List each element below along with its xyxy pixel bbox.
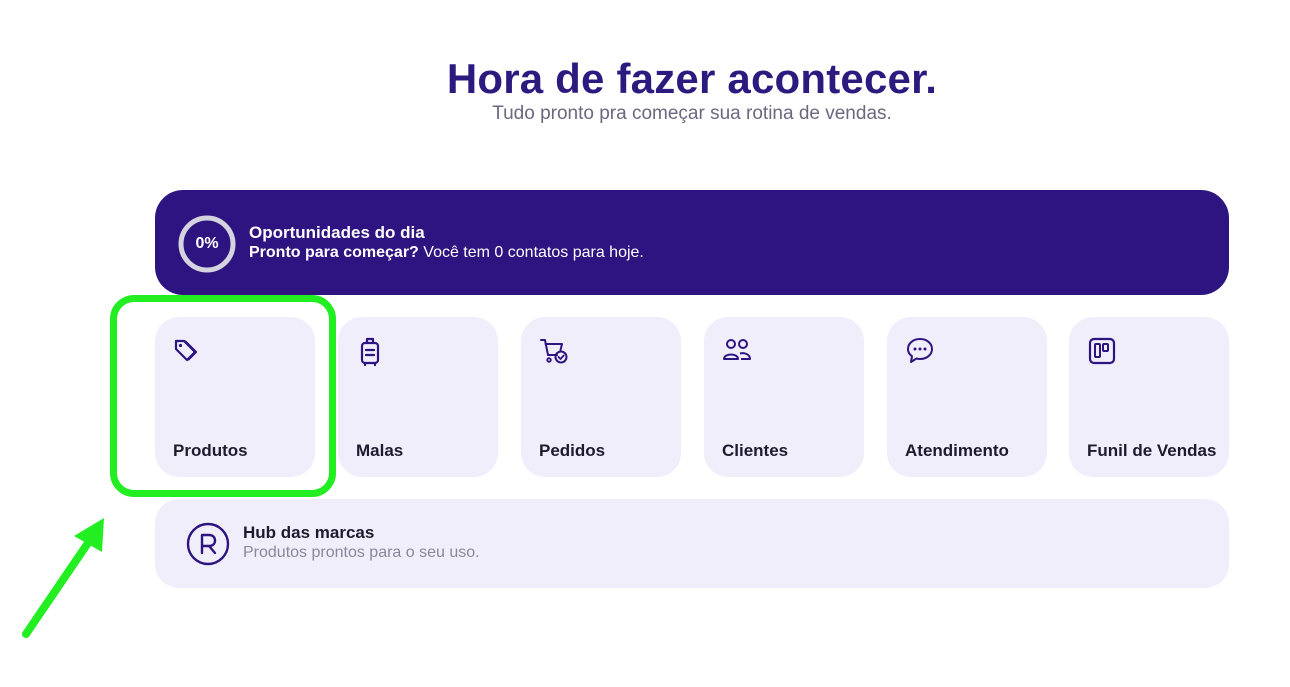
progress-ring: 0% (177, 214, 237, 274)
cart-check-icon (540, 339, 568, 364)
hub-subtitle: Produtos prontos para o seu uso. (243, 544, 480, 561)
card-label: Clientes (722, 441, 789, 460)
hub-title: Hub das marcas (243, 523, 375, 542)
home-screen: Hora de fazer acontecer. Tudo pronto pra… (0, 0, 1290, 687)
card-malas[interactable]: Malas (338, 317, 498, 477)
card-clientes[interactable]: Clientes (704, 317, 864, 477)
banner-message: Pronto para começar? Você tem 0 contatos… (249, 244, 644, 262)
kanban-board-icon (1088, 337, 1116, 365)
users-icon (723, 339, 751, 360)
annotation-arrow-icon (22, 518, 104, 638)
card-produtos[interactable]: Produtos (155, 317, 315, 477)
card-pedidos[interactable]: Pedidos (521, 317, 681, 477)
card-label: Malas (356, 441, 404, 460)
luggage-icon (360, 337, 380, 367)
registered-trademark-icon (186, 522, 230, 566)
card-label: Produtos (173, 441, 248, 460)
card-label: Funil de Vendas (1087, 441, 1217, 460)
daily-opportunities-banner[interactable]: 0% Oportunidades do dia Pronto para come… (155, 190, 1229, 295)
card-label: Pedidos (539, 441, 606, 460)
card-atendimento[interactable]: Atendimento (887, 317, 1047, 477)
page-title: Hora de fazer acontecer. (446, 55, 938, 102)
card-label: Atendimento (905, 441, 1009, 460)
banner-lead: Pronto para começar? (249, 244, 419, 261)
banner-message-text: Você tem 0 contatos para hoje. (418, 244, 644, 261)
hub-das-marcas[interactable]: Hub das marcas Produtos prontos para o s… (155, 499, 1229, 588)
progress-percent: 0% (195, 235, 219, 252)
banner-title: Oportunidades do dia (249, 223, 425, 242)
tag-icon (174, 339, 198, 362)
chat-bubble-icon (907, 338, 933, 363)
card-funil-de-vendas[interactable]: Funil de Vendas (1069, 317, 1229, 477)
page-subtitle: Tudo pronto pra começar sua rotina de ve… (492, 103, 892, 124)
